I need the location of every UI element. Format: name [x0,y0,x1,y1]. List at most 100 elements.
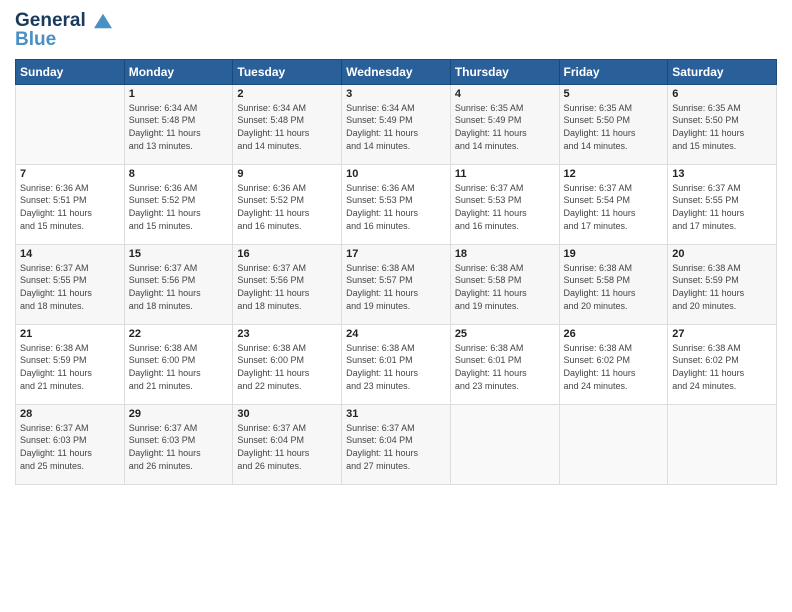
calendar-cell [559,404,668,484]
calendar-cell: 10 Sunrise: 6:36 AMSunset: 5:53 PMDayligh… [342,164,451,244]
day-number: 11 [455,168,555,180]
calendar-table: SundayMondayTuesdayWednesdayThursdayFrid… [15,59,777,485]
day-number: 12 [564,168,664,180]
day-info: Sunrise: 6:38 AMSunset: 6:02 PMDaylight:… [564,342,664,392]
calendar-cell: 27Sunrise: 6:38 AMSunset: 6:02 PMDayligh… [668,324,777,404]
day-info: Sunrise: 6:38 AMSunset: 6:01 PMDaylight:… [346,342,446,392]
day-number: 10 [346,168,446,180]
calendar-body: 1 Sunrise: 6:34 AMSunset: 5:48 PMDaylight… [16,84,777,484]
day-number: 8 [129,168,229,180]
day-number: 2 [237,88,337,100]
day-info: Sunrise: 6:36 AMSunset: 5:53 PMDaylight:… [346,182,446,232]
calendar-cell: 19Sunrise: 6:38 AMSunset: 5:58 PMDayligh… [559,244,668,324]
calendar-cell [16,84,125,164]
calendar-cell: 8Sunrise: 6:36 AMSunset: 5:52 PMDaylight… [124,164,233,244]
calendar-cell: 6 Sunrise: 6:35 AMSunset: 5:50 PMDaylight… [668,84,777,164]
calendar-cell: 17Sunrise: 6:38 AMSunset: 5:57 PMDayligh… [342,244,451,324]
calendar-cell: 1 Sunrise: 6:34 AMSunset: 5:48 PMDaylight… [124,84,233,164]
week-row-2: 7 Sunrise: 6:36 AMSunset: 5:51 PMDaylight… [16,164,777,244]
day-number: 1 [129,88,229,100]
day-info: Sunrise: 6:37 AMSunset: 6:03 PMDaylight:… [20,422,120,472]
weekday-header-thursday: Thursday [450,59,559,84]
logo-blue: Blue [15,29,114,51]
calendar-cell: 11 Sunrise: 6:37 AMSunset: 5:53 PMDayligh… [450,164,559,244]
calendar-cell: 15 Sunrise: 6:37 AMSunset: 5:56 PMDayligh… [124,244,233,324]
calendar-cell: 22 Sunrise: 6:38 AMSunset: 6:00 PMDayligh… [124,324,233,404]
week-row-1: 1 Sunrise: 6:34 AMSunset: 5:48 PMDaylight… [16,84,777,164]
day-info: Sunrise: 6:34 AMSunset: 5:48 PMDaylight:… [129,102,229,152]
calendar-cell: 9 Sunrise: 6:36 AMSunset: 5:52 PMDaylight… [233,164,342,244]
weekday-header-friday: Friday [559,59,668,84]
calendar-cell: 18 Sunrise: 6:38 AMSunset: 5:58 PMDayligh… [450,244,559,324]
day-number: 18 [455,248,555,260]
calendar-cell: 14Sunrise: 6:37 AMSunset: 5:55 PMDayligh… [16,244,125,324]
day-number: 30 [237,408,337,420]
day-number: 15 [129,248,229,260]
calendar-header: SundayMondayTuesdayWednesdayThursdayFrid… [16,59,777,84]
day-info: Sunrise: 6:38 AMSunset: 5:59 PMDaylight:… [672,262,772,312]
day-info: Sunrise: 6:38 AMSunset: 5:57 PMDaylight:… [346,262,446,312]
day-number: 16 [237,248,337,260]
day-number: 9 [237,168,337,180]
weekday-header-sunday: Sunday [16,59,125,84]
calendar-cell: 25 Sunrise: 6:38 AMSunset: 6:01 PMDayligh… [450,324,559,404]
day-info: Sunrise: 6:38 AMSunset: 5:59 PMDaylight:… [20,342,120,392]
day-number: 20 [672,248,772,260]
day-info: Sunrise: 6:37 AMSunset: 5:56 PMDaylight:… [237,262,337,312]
weekday-row: SundayMondayTuesdayWednesdayThursdayFrid… [16,59,777,84]
day-number: 13 [672,168,772,180]
day-info: Sunrise: 6:38 AMSunset: 6:01 PMDaylight:… [455,342,555,392]
calendar-cell: 24Sunrise: 6:38 AMSunset: 6:01 PMDayligh… [342,324,451,404]
day-number: 23 [237,328,337,340]
day-number: 26 [564,328,664,340]
day-info: Sunrise: 6:37 AMSunset: 6:03 PMDaylight:… [129,422,229,472]
page: General Blue SundayMondayTuesdayWednesda… [0,0,792,612]
week-row-4: 21 Sunrise: 6:38 AMSunset: 5:59 PMDayligh… [16,324,777,404]
calendar-cell: 4 Sunrise: 6:35 AMSunset: 5:49 PMDaylight… [450,84,559,164]
day-info: Sunrise: 6:37 AMSunset: 6:04 PMDaylight:… [346,422,446,472]
day-number: 6 [672,88,772,100]
calendar-cell: 13 Sunrise: 6:37 AMSunset: 5:55 PMDayligh… [668,164,777,244]
calendar-cell: 30Sunrise: 6:37 AMSunset: 6:04 PMDayligh… [233,404,342,484]
day-info: Sunrise: 6:35 AMSunset: 5:50 PMDaylight:… [672,102,772,152]
day-number: 7 [20,168,120,180]
logo: General Blue [15,10,114,51]
calendar-cell: 16 Sunrise: 6:37 AMSunset: 5:56 PMDayligh… [233,244,342,324]
day-number: 5 [564,88,664,100]
calendar-cell: 3Sunrise: 6:34 AMSunset: 5:49 PMDaylight… [342,84,451,164]
calendar-cell: 26 Sunrise: 6:38 AMSunset: 6:02 PMDayligh… [559,324,668,404]
calendar-cell [668,404,777,484]
weekday-header-wednesday: Wednesday [342,59,451,84]
day-info: Sunrise: 6:36 AMSunset: 5:51 PMDaylight:… [20,182,120,232]
day-info: Sunrise: 6:38 AMSunset: 6:00 PMDaylight:… [129,342,229,392]
day-number: 29 [129,408,229,420]
day-info: Sunrise: 6:35 AMSunset: 5:50 PMDaylight:… [564,102,664,152]
day-number: 19 [564,248,664,260]
week-row-5: 28 Sunrise: 6:37 AMSunset: 6:03 PMDayligh… [16,404,777,484]
calendar-cell: 2Sunrise: 6:34 AMSunset: 5:48 PMDaylight… [233,84,342,164]
day-number: 25 [455,328,555,340]
day-number: 21 [20,328,120,340]
day-info: Sunrise: 6:36 AMSunset: 5:52 PMDaylight:… [237,182,337,232]
day-info: Sunrise: 6:37 AMSunset: 5:56 PMDaylight:… [129,262,229,312]
day-number: 3 [346,88,446,100]
day-number: 22 [129,328,229,340]
calendar-cell: 12Sunrise: 6:37 AMSunset: 5:54 PMDayligh… [559,164,668,244]
day-info: Sunrise: 6:38 AMSunset: 6:00 PMDaylight:… [237,342,337,392]
calendar-cell: 5 Sunrise: 6:35 AMSunset: 5:50 PMDaylight… [559,84,668,164]
day-info: Sunrise: 6:38 AMSunset: 5:58 PMDaylight:… [455,262,555,312]
calendar-cell: 23 Sunrise: 6:38 AMSunset: 6:00 PMDayligh… [233,324,342,404]
calendar-cell: 20 Sunrise: 6:38 AMSunset: 5:59 PMDayligh… [668,244,777,324]
day-info: Sunrise: 6:37 AMSunset: 5:53 PMDaylight:… [455,182,555,232]
calendar-cell: 21 Sunrise: 6:38 AMSunset: 5:59 PMDayligh… [16,324,125,404]
calendar-cell: 31Sunrise: 6:37 AMSunset: 6:04 PMDayligh… [342,404,451,484]
calendar-cell [450,404,559,484]
header: General Blue [15,10,777,51]
day-info: Sunrise: 6:35 AMSunset: 5:49 PMDaylight:… [455,102,555,152]
day-info: Sunrise: 6:37 AMSunset: 5:55 PMDaylight:… [20,262,120,312]
day-number: 28 [20,408,120,420]
day-number: 4 [455,88,555,100]
day-info: Sunrise: 6:37 AMSunset: 5:55 PMDaylight:… [672,182,772,232]
calendar-cell: 29 Sunrise: 6:37 AMSunset: 6:03 PMDayligh… [124,404,233,484]
week-row-3: 14Sunrise: 6:37 AMSunset: 5:55 PMDayligh… [16,244,777,324]
